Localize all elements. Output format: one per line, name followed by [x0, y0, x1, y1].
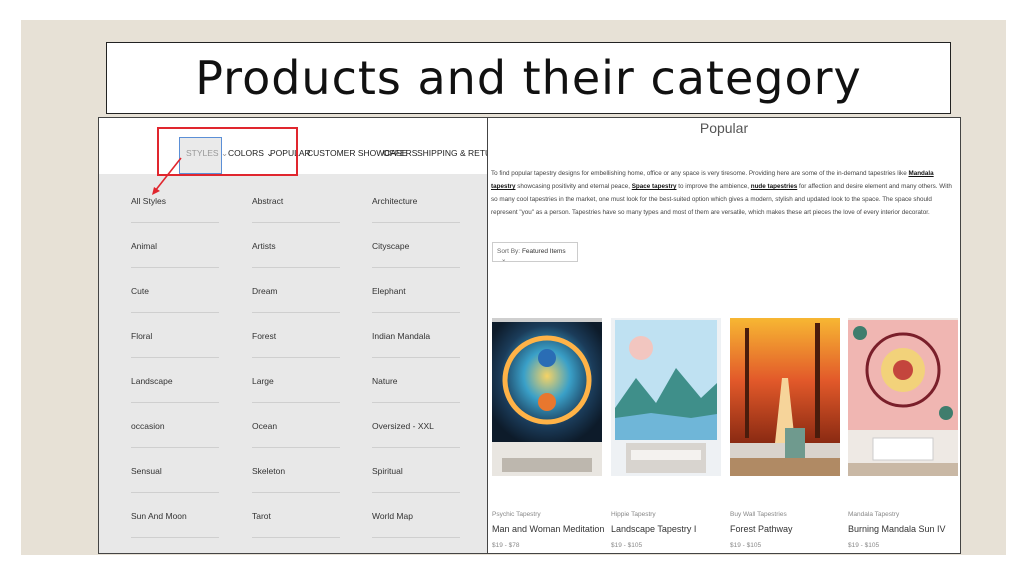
menu-divider [131, 447, 219, 448]
menu-divider [252, 492, 340, 493]
product-name[interactable]: Man and Woman Meditation [492, 524, 604, 534]
menu-divider [252, 312, 340, 313]
product-category: Mandala Tapestry [848, 511, 900, 518]
style-menu-item[interactable]: Large [252, 376, 274, 386]
style-menu-item[interactable]: Architecture [372, 196, 417, 206]
style-menu-item[interactable]: Spiritual [372, 466, 403, 476]
menu-divider [372, 267, 460, 268]
style-menu-item[interactable]: Sensual [131, 466, 162, 476]
style-menu-item[interactable]: All Styles [131, 196, 166, 206]
style-menu-item[interactable]: occasion [131, 421, 165, 431]
product-price: $19 - $105 [730, 542, 762, 549]
style-menu-item[interactable]: Oversized - XXL [372, 421, 434, 431]
space-tapestry-link[interactable]: Space tapestry [632, 183, 677, 190]
menu-divider [252, 447, 340, 448]
menu-divider [372, 492, 460, 493]
product-price: $19 - $105 [848, 542, 880, 549]
product-image[interactable] [492, 318, 602, 476]
style-menu-item[interactable]: World Map [372, 511, 413, 521]
style-menu-item[interactable]: Animal [131, 241, 157, 251]
product-category: Psychic Tapestry [492, 511, 541, 518]
menu-divider [131, 222, 219, 223]
menu-divider [372, 447, 460, 448]
menu-divider [372, 312, 460, 313]
style-menu-item[interactable]: Floral [131, 331, 152, 341]
product-name[interactable]: Burning Mandala Sun IV [848, 524, 946, 534]
popular-description: To find popular tapestry designs for emb… [491, 170, 952, 216]
menu-divider [252, 222, 340, 223]
menu-divider [131, 312, 219, 313]
menu-divider [372, 402, 460, 403]
style-menu-item[interactable]: Nature [372, 376, 398, 386]
menu-divider [131, 492, 219, 493]
menu-divider [372, 222, 460, 223]
nude-tapestries-link[interactable]: nude tapestries [751, 183, 798, 190]
product-price: $19 - $105 [611, 542, 643, 549]
style-menu-item[interactable]: Dream [252, 286, 278, 296]
menu-divider [131, 267, 219, 268]
menu-divider [252, 357, 340, 358]
menu-divider [131, 402, 219, 403]
menu-divider [372, 357, 460, 358]
style-menu-item[interactable]: Skeleton [252, 466, 285, 476]
product-price: $19 - $78 [492, 542, 520, 549]
product-category: Buy Wall Tapestries [730, 511, 787, 518]
popular-title: Popular [699, 120, 749, 136]
style-menu-item[interactable]: Abstract [252, 196, 283, 206]
popular-page-screenshot: Popular To find popular tapestry designs… [488, 117, 961, 554]
menu-divider [372, 537, 460, 538]
style-menu-item[interactable]: Cityscape [372, 241, 409, 251]
slide-title-box: Products and their category [106, 42, 951, 114]
style-menu-item[interactable]: Elephant [372, 286, 406, 296]
menu-divider [252, 402, 340, 403]
style-menu-item[interactable]: Indian Mandala [372, 331, 430, 341]
product-category: Hippie Tapestry [611, 511, 656, 518]
menu-divider [252, 267, 340, 268]
style-menu-item[interactable]: Forest [252, 331, 276, 341]
style-menu-item[interactable]: Sun And Moon [131, 511, 187, 521]
product-name[interactable]: Landscape Tapestry I [611, 524, 696, 534]
styles-dropdown-screenshot: STYLES ⌄ COLORS ⌄ POPULAR CUSTOMER SHOWC… [98, 117, 488, 554]
sort-by-select[interactable]: Sort By: Featured Items ⌄ [492, 242, 578, 263]
style-menu-item[interactable]: Artists [252, 241, 276, 251]
product-image[interactable] [848, 318, 958, 476]
chevron-down-icon: ⌄ [501, 256, 507, 263]
product-image[interactable] [730, 318, 840, 476]
slide-title: Products and their category [195, 51, 862, 105]
menu-divider [131, 357, 219, 358]
style-menu-item[interactable]: Tarot [252, 511, 271, 521]
style-menu-item[interactable]: Landscape [131, 376, 173, 386]
style-menu-item[interactable]: Ocean [252, 421, 277, 431]
menu-divider [131, 537, 219, 538]
style-menu-item[interactable]: Cute [131, 286, 149, 296]
product-image[interactable] [611, 318, 721, 476]
menu-divider [252, 537, 340, 538]
product-name[interactable]: Forest Pathway [730, 524, 793, 534]
